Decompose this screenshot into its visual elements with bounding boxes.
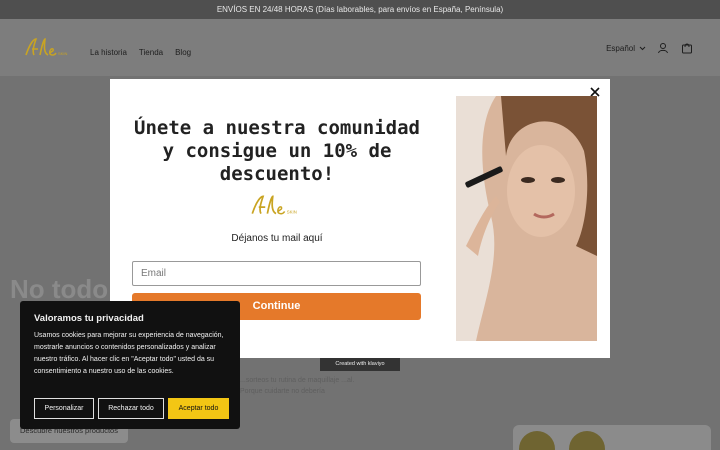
site-header: SKIN La historia Tienda Blog Español [0,19,720,76]
cart-button[interactable] [680,41,694,55]
cookie-title: Valoramos tu privacidad [34,313,144,324]
svg-text:SKIN: SKIN [287,210,297,215]
cookie-banner: Valoramos tu privacidad Usamos cookies p… [20,301,240,429]
announcement-bar: ENVÍOS EN 24/48 HORAS (Días laborables, … [0,0,720,19]
brand-logo: SKIN [251,195,297,215]
badges-card [513,425,711,450]
language-label: Español [606,43,635,53]
klaviyo-credit[interactable]: Created with klaviyo [320,358,400,371]
badge-icon [569,431,605,450]
nav-item-blog[interactable]: Blog [175,48,191,57]
language-selector[interactable]: Español [606,44,646,53]
nav-item-la-historia[interactable]: La historia [90,48,127,57]
nav-item-tienda[interactable]: Tienda [139,48,163,57]
model-photo [456,96,597,341]
modal-heading: Únete a nuestra comunidad y consigue un … [134,117,420,185]
user-icon [658,43,668,54]
chevron-down-icon [639,46,646,50]
brand-logo[interactable]: SKIN [22,35,74,59]
customize-button[interactable]: Personalizar [34,398,94,419]
hero-text: ...sorteos tu rutina de maquillaje ...al… [240,377,355,395]
cookie-actions: Personalizar Rechazar todo Aceptar todo [34,398,229,419]
cart-icon [682,43,692,54]
cookie-text: Usamos cookies para mejorar su experienc… [34,332,224,375]
reject-all-button[interactable]: Rechazar todo [98,398,164,419]
main-nav: La historia Tienda Blog [90,48,191,57]
badge-icon [519,431,555,450]
header-actions: Español [606,41,694,55]
accept-all-button[interactable]: Aceptar todo [168,398,229,419]
email-field[interactable] [132,261,421,286]
modal-subtitle: Déjanos tu mail aquí [231,233,323,244]
account-button[interactable] [656,41,670,55]
svg-text:SKIN: SKIN [58,51,67,56]
